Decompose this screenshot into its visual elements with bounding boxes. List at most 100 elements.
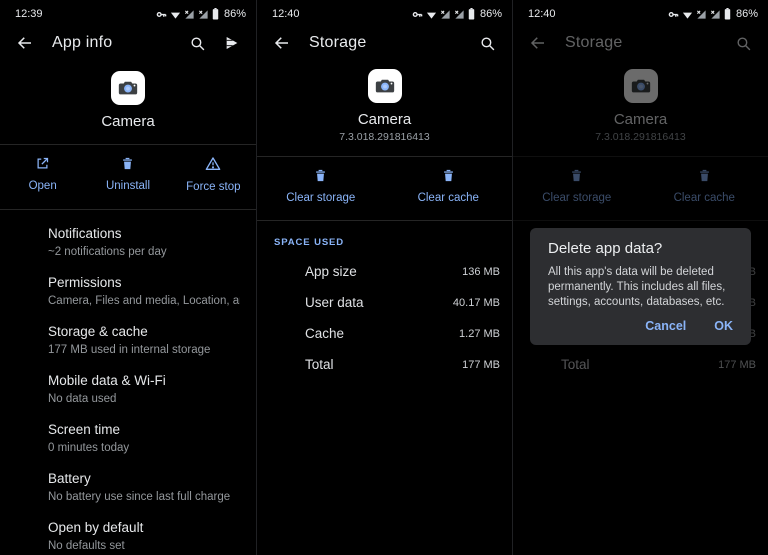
status-bar: 12:40 86%	[257, 0, 512, 25]
camera-app-icon	[111, 71, 145, 105]
action-label: Open	[0, 180, 85, 192]
battery-icon	[212, 8, 219, 20]
camera-app-icon	[624, 69, 658, 103]
trash-icon	[569, 170, 584, 187]
force-stop-button[interactable]: Force stop	[171, 156, 256, 193]
app-info-list: Notifications ~2 notifications per day P…	[0, 210, 256, 553]
uninstall-button[interactable]: Uninstall	[85, 156, 170, 193]
vpn-key-icon	[156, 9, 167, 20]
warning-triangle-icon	[205, 159, 221, 176]
screen-storage-dialog: 12:40 86% Storage	[512, 0, 768, 555]
list-item-screen-time[interactable]: Screen time 0 minutes today	[0, 422, 256, 455]
dialog-title: Delete app data?	[548, 240, 733, 258]
space-used-table: App size 136 MB User data 40.17 MB Cache…	[257, 256, 512, 380]
vpn-key-icon	[412, 9, 423, 20]
status-icons: 86%	[668, 8, 758, 20]
table-row-total: Total 177 MB	[513, 349, 768, 380]
app-bar: App info	[0, 25, 256, 61]
vpn-key-icon	[668, 9, 679, 20]
app-name: Camera	[0, 113, 256, 130]
page-title: App info	[52, 34, 189, 52]
camera-app-icon	[368, 69, 402, 103]
list-item-battery[interactable]: Battery No battery use since last full c…	[0, 471, 256, 504]
ok-button[interactable]: OK	[714, 319, 733, 333]
back-icon	[529, 33, 549, 53]
cell-signal-x-icon	[198, 9, 209, 20]
page-title: Storage	[565, 34, 735, 52]
clear-cache-button: Clear cache	[641, 168, 768, 204]
battery-icon	[724, 8, 731, 20]
back-icon[interactable]	[273, 33, 293, 53]
status-icons: 86%	[156, 8, 246, 20]
app-bar: Storage	[513, 25, 768, 61]
dialog-body: All this app's data will be deleted perm…	[548, 265, 733, 310]
back-icon[interactable]	[16, 33, 36, 53]
wifi-icon	[426, 9, 437, 20]
app-name: Camera	[257, 111, 512, 128]
status-bar: 12:39 86%	[0, 0, 256, 25]
app-hero: Camera 7.3.018.291816413	[513, 69, 768, 156]
app-action-row: Open Uninstall Force stop	[0, 145, 256, 209]
table-row-cache: Cache 1.27 MB	[257, 318, 512, 349]
search-icon	[735, 35, 752, 52]
search-icon[interactable]	[189, 35, 206, 52]
cell-signal-x-icon	[184, 9, 195, 20]
three-screen-montage: 12:39 86% App info Camera	[0, 0, 768, 555]
storage-action-row: Clear storage Clear cache	[257, 157, 512, 220]
cell-signal-x-icon	[440, 9, 451, 20]
action-label: Clear storage	[257, 192, 385, 204]
app-hero: Camera	[0, 71, 256, 144]
action-label: Clear storage	[513, 192, 641, 204]
wifi-icon	[170, 9, 181, 20]
action-label: Uninstall	[85, 180, 170, 192]
status-time: 12:40	[272, 8, 300, 20]
cancel-button[interactable]: Cancel	[645, 319, 686, 333]
wifi-icon	[682, 9, 693, 20]
action-label: Force stop	[171, 181, 256, 193]
list-item-notifications[interactable]: Notifications ~2 notifications per day	[0, 226, 256, 259]
status-bar: 12:40 86%	[513, 0, 768, 25]
clear-storage-button[interactable]: Clear storage	[257, 168, 385, 204]
cell-signal-x-icon	[454, 9, 465, 20]
section-header-space-used: SPACE USED	[257, 221, 512, 256]
open-in-new-icon	[35, 158, 50, 175]
action-label: Clear cache	[385, 192, 513, 204]
table-row-app-size: App size 136 MB	[257, 256, 512, 287]
list-item-permissions[interactable]: Permissions Camera, Files and media, Loc…	[0, 275, 256, 308]
app-bar: Storage	[257, 25, 512, 61]
list-item-storage-cache[interactable]: Storage & cache 177 MB used in internal …	[0, 324, 256, 357]
app-name: Camera	[513, 111, 768, 128]
cell-signal-x-icon	[710, 9, 721, 20]
status-time: 12:40	[528, 8, 556, 20]
page-title: Storage	[309, 34, 479, 52]
battery-percent: 86%	[736, 8, 758, 20]
status-icons: 86%	[412, 8, 502, 20]
trash-icon	[697, 170, 712, 187]
trash-icon	[120, 158, 135, 175]
screen-app-info: 12:39 86% App info Camera	[0, 0, 256, 555]
clear-cache-button[interactable]: Clear cache	[385, 168, 513, 204]
list-item-open-by-default[interactable]: Open by default No defaults set	[0, 520, 256, 553]
table-row-total: Total 177 MB	[257, 349, 512, 380]
list-item-mobile-data[interactable]: Mobile data & Wi-Fi No data used	[0, 373, 256, 406]
play-store-icon[interactable]	[224, 35, 240, 51]
open-button[interactable]: Open	[0, 156, 85, 193]
battery-percent: 86%	[224, 8, 246, 20]
storage-action-row: Clear storage Clear cache	[513, 157, 768, 220]
status-time: 12:39	[15, 8, 43, 20]
app-version: 7.3.018.291816413	[257, 131, 512, 143]
search-icon[interactable]	[479, 35, 496, 52]
battery-icon	[468, 8, 475, 20]
app-version: 7.3.018.291816413	[513, 131, 768, 143]
clear-storage-button: Clear storage	[513, 168, 641, 204]
trash-icon	[441, 170, 456, 187]
cell-signal-x-icon	[696, 9, 707, 20]
action-label: Clear cache	[641, 192, 768, 204]
trash-icon	[313, 170, 328, 187]
app-hero: Camera 7.3.018.291816413	[257, 69, 512, 156]
table-row-user-data: User data 40.17 MB	[257, 287, 512, 318]
screen-storage: 12:40 86% Storage Camera 7.3.018.2918164	[256, 0, 512, 555]
dialog-buttons: Cancel OK	[548, 319, 733, 335]
battery-percent: 86%	[480, 8, 502, 20]
delete-app-data-dialog: Delete app data? All this app's data wil…	[530, 228, 751, 345]
